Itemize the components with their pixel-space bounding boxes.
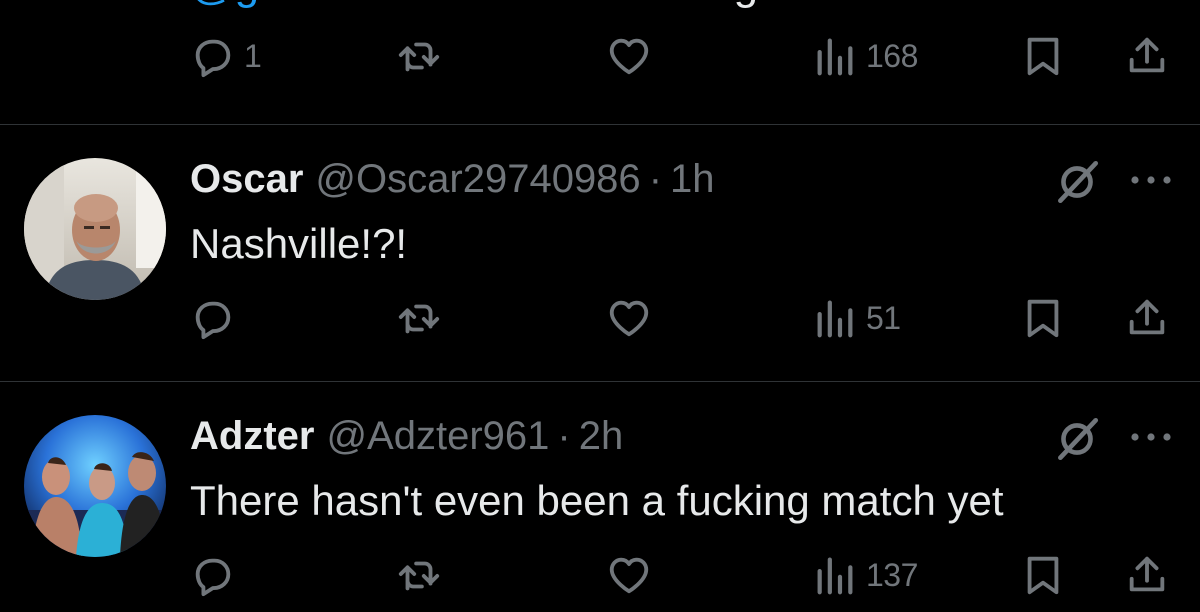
action-bar: 1 168 <box>0 33 1200 93</box>
tweet-header: Oscar @Oscar29740986 · 1h <box>190 157 715 202</box>
like-button[interactable] <box>606 552 660 598</box>
grok-icon[interactable] <box>1052 414 1102 464</box>
timestamp[interactable]: 1h <box>670 157 715 202</box>
share-icon <box>1124 552 1170 598</box>
previous-tweet-text: @grok how does this ranking work? <box>190 0 888 12</box>
reply-button[interactable] <box>190 295 244 341</box>
bookmark-icon <box>1020 295 1066 341</box>
reply-count: 1 <box>244 37 262 74</box>
share-button[interactable] <box>1124 552 1170 598</box>
views-count: 168 <box>866 37 918 74</box>
grok-icon[interactable] <box>1052 157 1102 207</box>
separator-dot: · <box>648 157 663 201</box>
views-count: 51 <box>866 299 901 336</box>
bookmark-button[interactable] <box>1020 552 1066 598</box>
views-button[interactable]: 168 <box>812 33 918 79</box>
retweet-button[interactable] <box>396 295 450 341</box>
views-button[interactable]: 51 <box>812 295 901 341</box>
tweet-header: Adzter @Adzter961 · 2h <box>190 414 623 459</box>
display-name[interactable]: Oscar <box>190 157 303 202</box>
share-icon <box>1124 295 1170 341</box>
action-bar: 51 <box>0 295 1200 355</box>
retweet-icon <box>396 33 442 79</box>
mention-link[interactable]: @grok <box>190 0 320 9</box>
views-icon <box>812 295 858 341</box>
more-icon[interactable] <box>1126 169 1176 191</box>
heart-icon <box>606 295 652 341</box>
like-button[interactable] <box>606 33 660 79</box>
action-bar: 137 <box>0 552 1200 612</box>
heart-icon <box>606 33 652 79</box>
views-count: 137 <box>866 556 918 593</box>
timestamp[interactable]: 2h <box>579 414 624 459</box>
views-icon <box>812 552 858 598</box>
reply-icon <box>190 295 236 341</box>
retweet-button[interactable] <box>396 552 450 598</box>
tweet-text: There hasn't even been a fucking match y… <box>190 477 1004 524</box>
reply-icon <box>190 552 236 598</box>
avatar[interactable] <box>24 415 166 557</box>
avatar[interactable] <box>24 158 166 300</box>
display-name[interactable]: Adzter <box>190 414 314 459</box>
views-icon <box>812 33 858 79</box>
retweet-icon <box>396 295 442 341</box>
bookmark-button[interactable] <box>1020 295 1066 341</box>
views-button[interactable]: 137 <box>812 552 918 598</box>
user-handle[interactable]: @Oscar29740986 <box>315 157 640 202</box>
share-icon <box>1124 33 1170 79</box>
retweet-button[interactable] <box>396 33 450 79</box>
reply-button[interactable] <box>190 552 244 598</box>
bookmark-icon <box>1020 33 1066 79</box>
separator-dot: · <box>557 414 571 458</box>
more-icon[interactable] <box>1126 426 1176 448</box>
tweet[interactable]: Oscar @Oscar29740986 · 1h Nashville!?! 5… <box>0 125 1200 381</box>
tweet-text: Nashville!?! <box>190 220 408 267</box>
retweet-icon <box>396 552 442 598</box>
bookmark-icon <box>1020 552 1066 598</box>
user-handle[interactable]: @Adzter961 <box>326 414 549 459</box>
reply-icon <box>190 33 236 79</box>
previous-tweet-body: how does this ranking work? <box>320 0 887 9</box>
bookmark-button[interactable] <box>1020 33 1066 79</box>
heart-icon <box>606 552 652 598</box>
tweet[interactable]: Adzter @Adzter961 · 2h There hasn't even… <box>0 382 1200 597</box>
like-button[interactable] <box>606 295 660 341</box>
share-button[interactable] <box>1124 295 1170 341</box>
reply-button[interactable]: 1 <box>190 33 262 79</box>
share-button[interactable] <box>1124 33 1170 79</box>
